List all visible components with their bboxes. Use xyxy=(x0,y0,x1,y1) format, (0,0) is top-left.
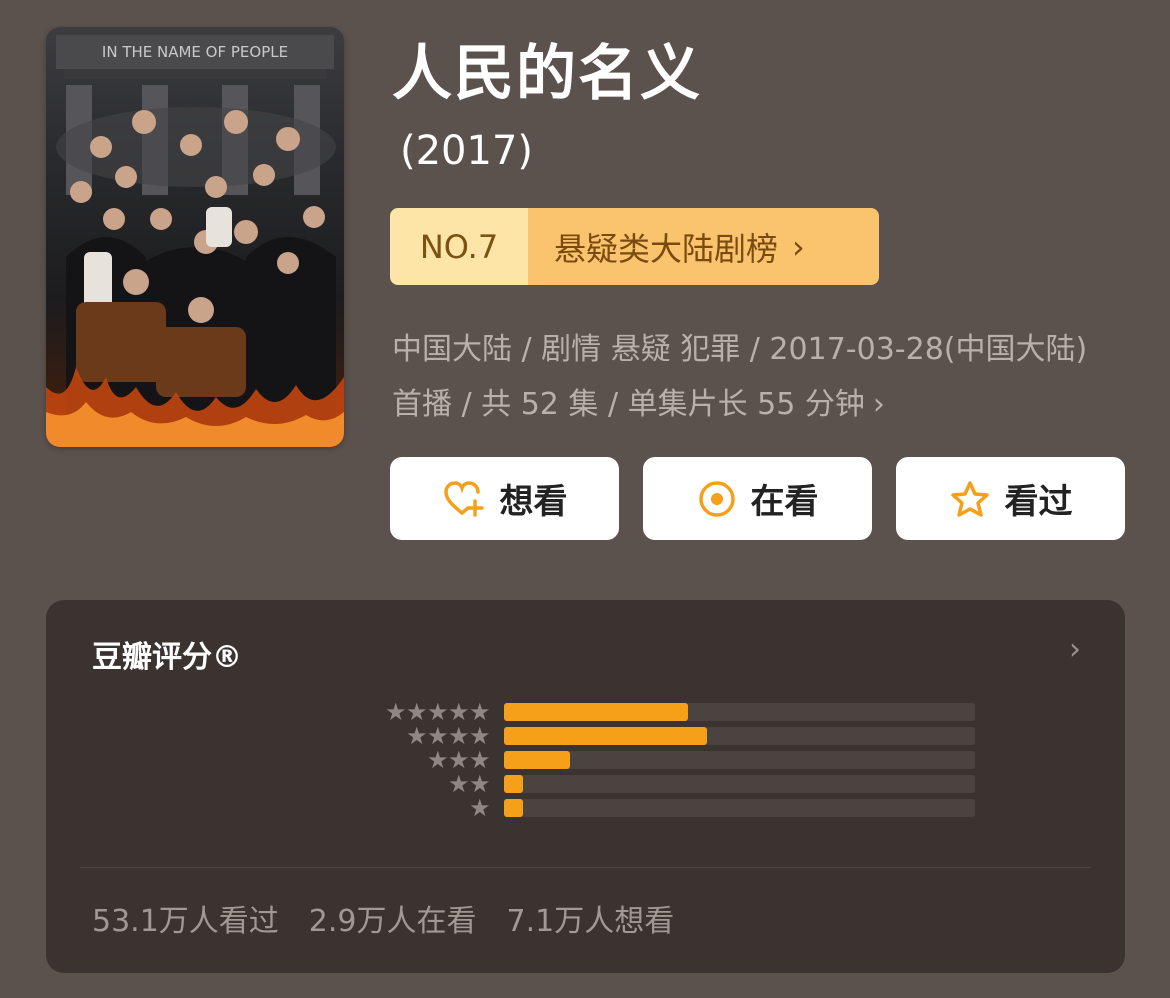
release-year: (2017) xyxy=(400,128,534,174)
star-outline-icon xyxy=(950,480,989,517)
rating-card[interactable]: 豆瓣评分® › ★ ★ ★ ★ ★ ★ ★ ★ ★ ★ ★ ★ ★ ★ ★ 53.1万人看过 2.9… xyxy=(46,600,1125,973)
target-circle-icon xyxy=(698,480,735,517)
poster-artwork: IN THE NAME OF PEOPLE xyxy=(46,35,344,447)
star-level-labels: ★ ★ ★ ★ ★ ★ ★ ★ ★ ★ ★ ★ ★ ★ ★ xyxy=(384,698,491,822)
chevron-right-icon[interactable]: › xyxy=(1069,632,1081,667)
two-stars-icon: ★ ★ xyxy=(448,770,491,798)
show-info-text: 中国大陆 / 剧情 悬疑 犯罪 / 2017-03-28(中国大陆) 首播 / … xyxy=(392,332,1088,422)
heart-plus-icon xyxy=(443,480,484,517)
one-star-icon: ★ xyxy=(469,794,491,822)
show-info[interactable]: 中国大陆 / 剧情 悬疑 犯罪 / 2017-03-28(中国大陆) 首播 / … xyxy=(392,322,1112,432)
chevron-right-icon: › xyxy=(872,387,885,422)
watching-count: 2.9万人在看 xyxy=(308,904,477,939)
five-stars-icon: ★ ★ ★ ★ ★ xyxy=(385,698,491,726)
want-count: 7.1万人想看 xyxy=(506,904,675,939)
rating-bar xyxy=(504,751,570,769)
four-stars-icon: ★ ★ ★ ★ xyxy=(406,722,491,750)
rating-bar-track xyxy=(504,799,975,817)
rating-bar xyxy=(504,727,707,745)
rating-bar-row xyxy=(504,798,975,822)
watching-button[interactable]: 在看 xyxy=(643,457,872,540)
watched-count: 53.1万人看过 xyxy=(92,904,279,939)
watched-button[interactable]: 看过 xyxy=(896,457,1125,540)
want-to-watch-button[interactable]: 想看 xyxy=(390,457,619,540)
rank-number: NO.7 xyxy=(390,208,528,285)
rank-list-label: 悬疑类大陆剧榜 xyxy=(554,229,779,268)
chevron-right-icon: › xyxy=(792,227,805,266)
poster-image[interactable]: IN THE NAME OF PEOPLE xyxy=(46,27,344,447)
rating-bar-row xyxy=(504,702,975,726)
want-to-watch-label: 想看 xyxy=(499,482,568,522)
rating-bar xyxy=(504,799,523,817)
poster-title-text: IN THE NAME OF PEOPLE xyxy=(102,43,288,61)
watched-label: 看过 xyxy=(1004,482,1073,522)
rank-list-link[interactable]: 悬疑类大陆剧榜 › xyxy=(528,208,879,285)
rating-bar-row xyxy=(504,750,975,774)
page-title: 人民的名义 xyxy=(392,39,702,109)
rating-card-title: 豆瓣评分® xyxy=(92,640,242,675)
rating-distribution-chart xyxy=(504,702,975,822)
rating-bar-row xyxy=(504,774,975,798)
three-stars-icon: ★ ★ ★ xyxy=(427,746,491,774)
rating-bar xyxy=(504,775,523,793)
watching-label: 在看 xyxy=(750,482,819,522)
rating-bar-track xyxy=(504,775,975,793)
rank-badge[interactable]: NO.7 悬疑类大陆剧榜 › xyxy=(390,208,879,285)
rating-bar xyxy=(504,703,688,721)
watch-stats: 53.1万人看过 2.9万人在看 7.1万人想看 xyxy=(92,896,674,940)
divider xyxy=(80,867,1091,868)
rating-bar-track xyxy=(504,751,975,769)
rating-bar-row xyxy=(504,726,975,750)
